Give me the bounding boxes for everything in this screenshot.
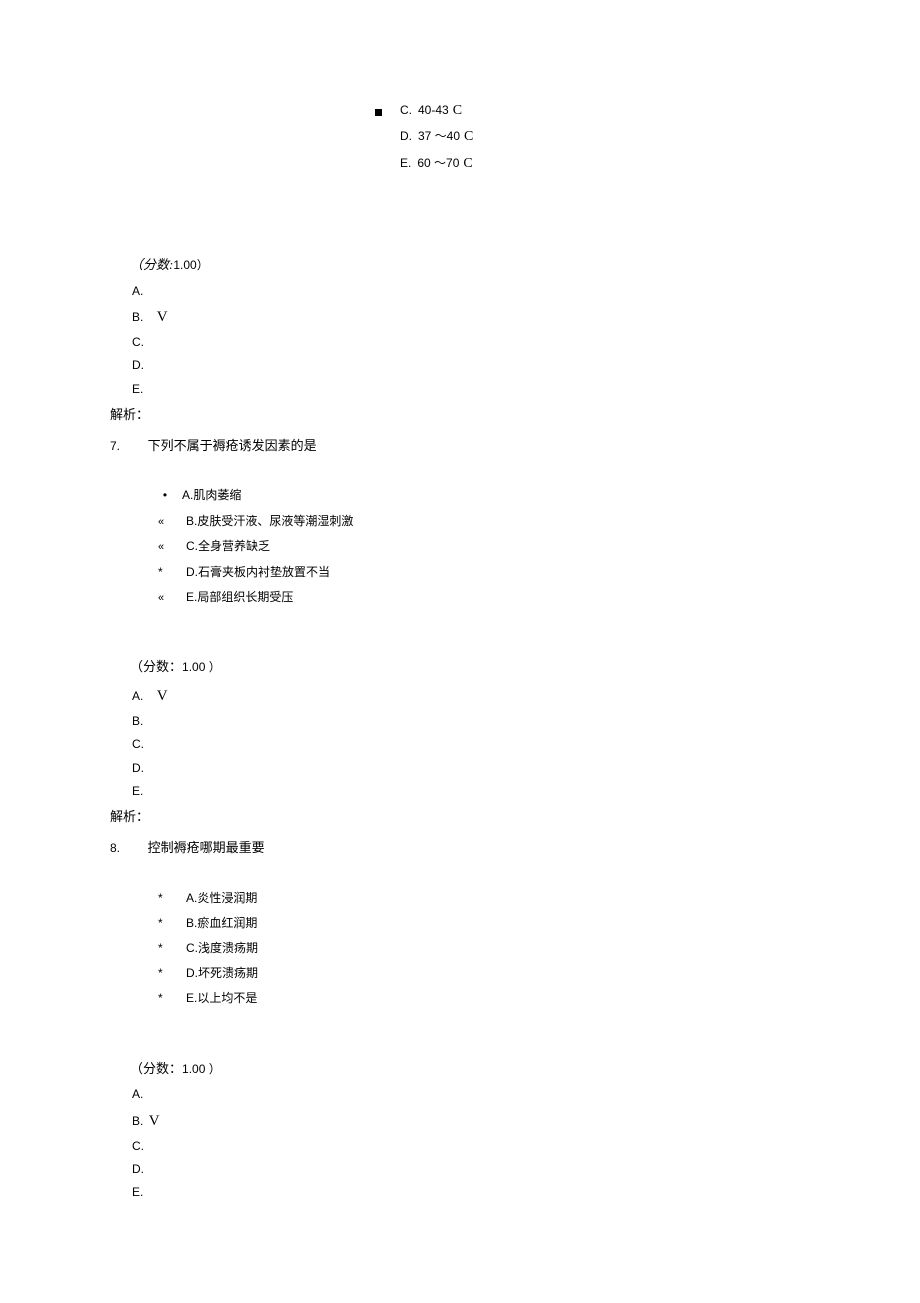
q7-option-d: * D.石膏夹板内衬垫放置不当: [158, 563, 810, 582]
option-text: 瘀血红润期: [197, 914, 257, 933]
q6-explanation: 解析：: [110, 405, 810, 426]
option-letter: E.: [400, 154, 411, 173]
answer-b: B.: [132, 712, 810, 731]
q8-option-b: * B.瘀血红润期: [158, 914, 810, 933]
q7-explanation: 解析：: [110, 807, 810, 828]
score-label: （分数：: [130, 659, 182, 674]
option-text: 局部组织长期受压: [197, 588, 293, 607]
option-text: 坏死溃疡期: [198, 964, 258, 983]
score-value: 1.00 ）: [182, 1062, 221, 1076]
option-text: 肌肉萎缩: [193, 486, 241, 505]
angle-bullet-icon: «: [158, 590, 172, 608]
star-bullet-icon: *: [158, 563, 172, 582]
score-value: 1.00）: [173, 258, 208, 272]
q8-option-c: * C.浅度溃疡期: [158, 939, 810, 958]
q7-stem: 7. 下列不属于褥疮诱发因素的是: [110, 436, 810, 457]
star-bullet-icon: *: [158, 889, 172, 908]
q6-option-e: E. 60 ～70 C: [375, 153, 810, 175]
answer-c: C.: [132, 1137, 810, 1156]
question-text: 控制褥疮哪期最重要: [148, 840, 265, 855]
dot-bullet-icon: •: [158, 486, 172, 505]
question-text: 下列不属于褥疮诱发因素的是: [148, 438, 317, 453]
option-label: A.: [186, 889, 197, 908]
option-label: D.: [186, 563, 198, 582]
q7-score-line: （分数：1.00 ）: [130, 657, 810, 678]
question-number: 8.: [110, 839, 144, 858]
unit-c: C: [463, 153, 472, 175]
q6-score-line: （分数:1.00）: [130, 255, 810, 276]
star-bullet-icon: *: [158, 964, 172, 983]
q7-option-c: « C.全身营养缺乏: [158, 537, 810, 557]
angle-bullet-icon: «: [158, 514, 172, 532]
answer-a-letter: A.: [132, 689, 143, 703]
answer-d: D.: [132, 356, 810, 375]
q8-option-a: * A.炎性浸润期: [158, 889, 810, 908]
option-text: 炎性浸润期: [197, 889, 257, 908]
option-text: 以上均不是: [197, 989, 257, 1008]
q8-answer-list: A. B. V C. D. E.: [132, 1085, 810, 1202]
option-letter: C.: [400, 101, 412, 120]
answer-c: C.: [132, 333, 810, 352]
check-mark-icon: V: [157, 309, 168, 325]
star-bullet-icon: *: [158, 989, 172, 1008]
answer-b: B. V: [132, 1109, 810, 1133]
answer-b: B. V: [132, 305, 810, 329]
option-letter: D.: [400, 127, 412, 146]
score-label: （分数:: [130, 257, 173, 272]
q7-answer-list: A. V B. C. D. E.: [132, 684, 810, 801]
option-text: 60 ～70: [417, 154, 459, 173]
option-label: A.: [182, 486, 193, 505]
answer-a: A.: [132, 282, 810, 301]
option-text: 浅度溃疡期: [198, 939, 258, 958]
answer-e: E.: [132, 380, 810, 399]
unit-c: C: [464, 126, 473, 148]
option-label: D.: [186, 964, 198, 983]
question-number: 7.: [110, 437, 144, 456]
score-value: 1.00 ）: [182, 660, 221, 674]
angle-bullet-icon: «: [158, 539, 172, 557]
answer-e: E.: [132, 782, 810, 801]
option-label: E.: [186, 989, 197, 1008]
q8-stem: 8. 控制褥疮哪期最重要: [110, 838, 810, 859]
option-label: E.: [186, 588, 197, 607]
option-label: C.: [186, 939, 198, 958]
q7-options: • A.肌肉萎缩 « B.皮肤受汗液、尿液等潮湿刺激 « C.全身营养缺乏 * …: [158, 486, 810, 607]
q8-option-d: * D.坏死溃疡期: [158, 964, 810, 983]
check-mark-icon: V: [149, 1113, 160, 1129]
answer-d: D.: [132, 1160, 810, 1179]
answer-b-letter: B.: [132, 310, 143, 324]
q8-options: * A.炎性浸润期 * B.瘀血红润期 * C.浅度溃疡期 * D.坏死溃疡期 …: [158, 889, 810, 1009]
option-label: B.: [186, 914, 197, 933]
answer-b-letter: B.: [132, 1114, 143, 1128]
option-text: 全身营养缺乏: [198, 537, 270, 556]
q6-option-c: C. 40-43 C: [375, 100, 810, 122]
answer-d: D.: [132, 759, 810, 778]
option-label: B.: [186, 512, 197, 531]
check-mark-icon: V: [157, 688, 168, 704]
option-label: C.: [186, 537, 198, 556]
q8-option-e: * E.以上均不是: [158, 989, 810, 1008]
q6-option-d: D. 37 ～40 C: [375, 126, 810, 148]
answer-e: E.: [132, 1183, 810, 1202]
star-bullet-icon: *: [158, 914, 172, 933]
score-label: （分数：: [130, 1061, 182, 1076]
q7-option-a: • A.肌肉萎缩: [158, 486, 810, 505]
answer-c: C.: [132, 735, 810, 754]
q7-option-b: « B.皮肤受汗液、尿液等潮湿刺激: [158, 512, 810, 532]
option-text: 石膏夹板内衬垫放置不当: [198, 563, 330, 582]
answer-a: A.: [132, 1085, 810, 1104]
option-text: 皮肤受汗液、尿液等潮湿刺激: [197, 512, 353, 531]
option-text: 37 ～40: [418, 127, 460, 146]
q6-options-tail: C. 40-43 C D. 37 ～40 C E. 60 ～70 C: [375, 100, 810, 175]
q6-answer-list: A. B. V C. D. E.: [132, 282, 810, 399]
option-text: 40-43: [418, 101, 449, 120]
answer-a: A. V: [132, 684, 810, 708]
square-bullet-icon: [375, 109, 382, 116]
star-bullet-icon: *: [158, 939, 172, 958]
unit-c: C: [453, 100, 462, 122]
document-page: C. 40-43 C D. 37 ～40 C E. 60 ～70 C （分数:1…: [0, 0, 920, 1266]
q8-score-line: （分数：1.00 ）: [130, 1059, 810, 1080]
q7-option-e: « E.局部组织长期受压: [158, 588, 810, 608]
